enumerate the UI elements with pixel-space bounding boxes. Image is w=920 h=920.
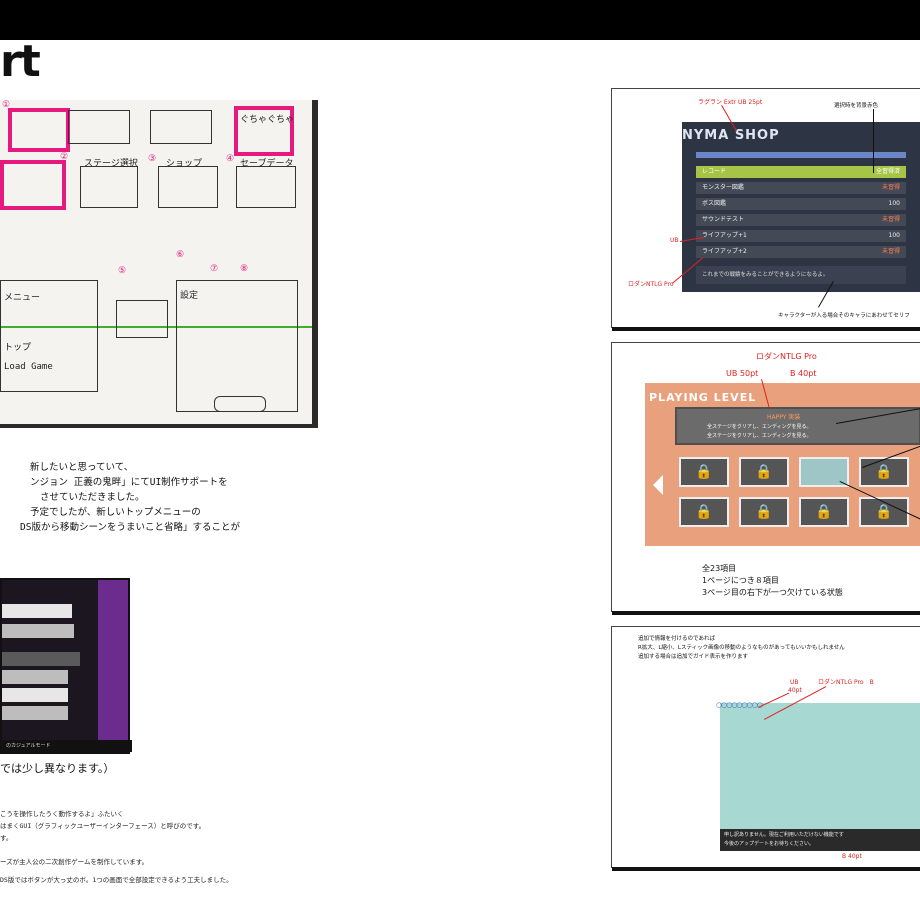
annotation-label: UB xyxy=(670,237,679,244)
guide-screen: 申し訳ありません。現在ご利用いただけない機能です 今後のアップデートをお待ちくだ… xyxy=(720,703,920,851)
shop-tab-bar xyxy=(696,152,906,158)
annotation-label: B 40pt xyxy=(842,853,862,860)
sketch-number: ① xyxy=(2,100,11,110)
guide-message-bar: 申し訳ありません。現在ご利用いただけない機能です 今後のアップデートをお待ちくだ… xyxy=(720,829,920,851)
annotation-label: UB xyxy=(790,679,799,686)
para-line: させていただきました。 xyxy=(40,492,145,503)
annotation-label: ラグラン Extr UB 25pt xyxy=(698,99,763,106)
menu-bar xyxy=(2,604,72,618)
note-line: こうを操作したうく動作するよ」ふたいく xyxy=(0,810,124,818)
sketch-frame-10 xyxy=(116,300,168,338)
level-spec-panel: ロダンNTLG Pro UB 50pt B 40pt PLAYING LEVEL… xyxy=(611,342,920,615)
sketch-scribble: ショップ xyxy=(166,159,203,169)
shop-screen: NYMA SHOP レコード 全習得済 モンスター図鑑 未習得 ボス図鑑 100 サウ… xyxy=(682,122,920,292)
note-line: す。 xyxy=(0,834,13,842)
menu-bar xyxy=(2,652,80,666)
shop-row: サウンドテスト 未習得 xyxy=(696,214,906,226)
menu-bar xyxy=(2,688,68,702)
shop-row: ライフアップ+2 未習得 xyxy=(696,246,906,258)
annotation-label: B 40pt xyxy=(790,369,817,378)
shop-row: モンスター図鑑 未習得 xyxy=(696,182,906,194)
level-tile-locked[interactable]: 🔒 xyxy=(679,457,729,487)
para-line: ンジョン 正義の鬼畔」にてUI制作サポートを xyxy=(30,477,228,488)
guide-spec-panel: 追加で情報を付けるのであれば R拡大、L縮小、Lスティック画像の移動のようなもの… xyxy=(611,626,920,871)
sketch-frame-6 xyxy=(80,166,138,208)
shop-description: これまでの戦績をみることができるようになるよ。 xyxy=(696,266,906,284)
shop-row: ボス図鑑 100 xyxy=(696,198,906,210)
level-screen: PLAYING LEVEL HAPPY 実装 全ステージをクリアし、エンディング… xyxy=(645,383,920,546)
note-line: DS版ではボタンが大っ丈のボ。1つの画面で全部設定できるよう工夫しました。 xyxy=(0,876,233,884)
panel-shadow xyxy=(612,867,920,871)
menu-bar xyxy=(2,670,68,684)
annotation-label: キャラクターが入る場合そのキャラにあわせてセリフ xyxy=(778,313,910,319)
annotation-label: ロダンNTLG Pro xyxy=(628,281,674,288)
panel-shadow xyxy=(612,327,920,331)
sketch-button xyxy=(214,396,266,412)
sketch-frame-5 xyxy=(0,160,66,210)
sketch-frame-2 xyxy=(68,110,130,144)
sketch-scribble: 設定 xyxy=(180,291,199,301)
menu-note: では少し異なります。） xyxy=(0,762,115,775)
para-line: 新したいと思っていて、 xyxy=(30,462,134,473)
annotation-label: UB 50pt xyxy=(726,369,759,378)
sketch-frame-3 xyxy=(150,110,212,144)
sketch-frame-8 xyxy=(236,166,296,208)
sketch-scribble: Load Game xyxy=(4,362,53,372)
sketch-scribble: メニュー xyxy=(4,293,41,303)
level-tile-locked[interactable]: 🔒 xyxy=(739,497,789,527)
photo-shadow xyxy=(0,424,318,428)
level-tile-locked[interactable]: 🔒 xyxy=(799,497,849,527)
shop-row: ライフアップ+1 100 xyxy=(696,230,906,242)
level-tile-locked[interactable]: 🔒 xyxy=(739,457,789,487)
level-count-note: 全23項目 1ページにつき８項目 3ページ目の右下が一つ欠けている状態 xyxy=(702,564,843,597)
guide-dot-row: ○○○○○○○○○ xyxy=(716,701,763,709)
sketch-frame-7 xyxy=(158,166,218,208)
panel-shadow xyxy=(612,611,920,615)
level-header: PLAYING LEVEL xyxy=(649,391,757,404)
menu-bar xyxy=(2,624,74,638)
top-black-bar xyxy=(0,0,920,40)
sketch-scribble: セーブデータ xyxy=(240,159,294,169)
para-line: 予定でしたが、新しいトップメニューの xyxy=(30,507,201,518)
note-line: ーズが主人公の二次創作ゲームを制作しています。 xyxy=(0,858,149,866)
sketch-number: ⑥ xyxy=(176,250,185,260)
annotation-label: ロダンNTLG Pro xyxy=(756,352,817,361)
sketch-number: ④ xyxy=(226,154,235,164)
sketch-number: ⑧ xyxy=(240,264,249,274)
shop-spec-panel: ラグラン Extr UB 25pt 選択時を背景赤色 NYMA SHOP レコー… xyxy=(611,88,920,331)
guide-notes: 追加で情報を付けるのであれば R拡大、L縮小、Lスティック画像の移動のようなもの… xyxy=(638,636,845,660)
sketch-scribble: ステージ選択 xyxy=(84,159,138,169)
level-tile-locked[interactable]: 🔒 xyxy=(679,497,729,527)
shop-header: NYMA SHOP xyxy=(682,128,780,143)
sketch-frame-1 xyxy=(8,108,70,152)
leader-line xyxy=(873,109,874,173)
wireframe-sketch-photo: ① ② ③ ④ ⑤ ⑥ ⑦ ⑧ ぐちゃぐちゃ ステージ選択 ショップ セーブデー… xyxy=(0,100,318,428)
level-info-box: HAPPY 実装 全ステージをクリアし、エンディングを見る。 全ステージをクリア… xyxy=(675,407,920,445)
annotation-label: 選択時を背景赤色 xyxy=(834,103,879,109)
note-line: はまくGUI（グラフィックユーザーインターフェース）と呼びのです。 xyxy=(0,822,206,830)
menu-bar xyxy=(2,706,68,720)
photo-shadow xyxy=(312,100,318,428)
prev-page-icon[interactable] xyxy=(653,475,663,495)
para-line: DS版から移動シーンをうまいこと省略」することが xyxy=(20,522,240,533)
notes-block: こうを操作したうく動作するよ」ふたいく はまくGUI（グラフィックユーザーインタ… xyxy=(0,808,340,886)
page-title-fragment: rt xyxy=(0,36,41,87)
sketch-scribble: ぐちゃぐちゃ xyxy=(240,115,295,125)
menu-caption: のカジュアルモード xyxy=(2,740,132,752)
sketch-scribble: トップ xyxy=(4,343,32,353)
sketch-number: ③ xyxy=(148,154,157,164)
sketch-number: ⑤ xyxy=(118,266,127,276)
shop-row: レコード 全習得済 xyxy=(696,166,906,178)
sketch-number: ② xyxy=(60,152,69,162)
sketch-number: ⑦ xyxy=(210,264,219,274)
annotation-label: ロダンNTLG Pro B xyxy=(818,679,874,686)
annotation-label: 40pt xyxy=(788,687,802,694)
handwritten-paragraph: 新したいと思っていて、 ンジョン 正義の鬼畔」にてUI制作サポートを させていた… xyxy=(0,460,300,535)
level-tile-locked[interactable]: 🔒 xyxy=(859,457,909,487)
menu-screenshot: のカジュアルモード xyxy=(0,578,132,754)
